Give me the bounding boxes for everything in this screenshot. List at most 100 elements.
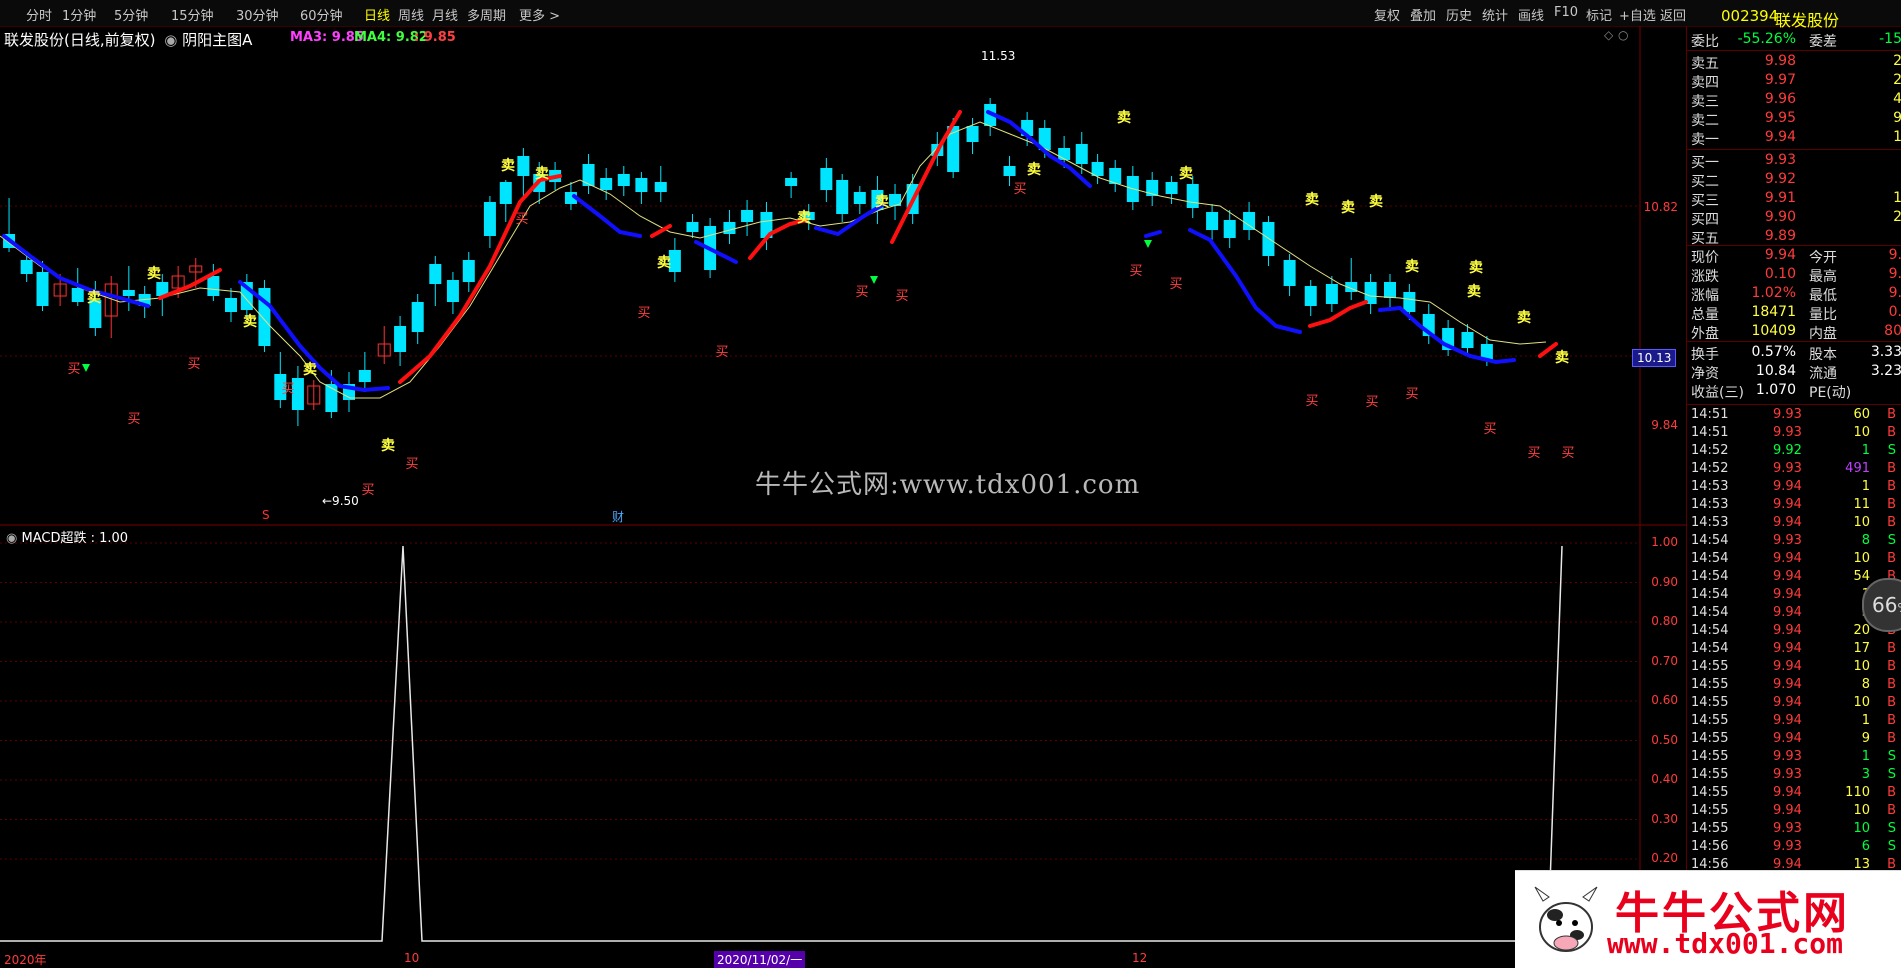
sell-signal: 卖 (1027, 161, 1041, 178)
row-value: 9.94 (1764, 129, 1796, 145)
tick-price: 9.94 (1773, 731, 1802, 746)
f10-button[interactable]: F10 (1554, 5, 1578, 20)
buy-signal: 买 (515, 212, 528, 227)
uptrend-segment (398, 174, 562, 384)
draw-line-button[interactable]: 画线 (1518, 5, 1544, 24)
row-label: 净资 (1691, 366, 1719, 382)
buy-signal: 买 (1129, 264, 1142, 279)
buy-signal: 买 (1527, 446, 1540, 461)
period-tab-fenshi[interactable]: 分时 (26, 5, 52, 24)
buy-signal: 买 (1305, 394, 1318, 409)
down-arrow-icon (870, 276, 878, 284)
period-tab-daily[interactable]: 日线 (364, 5, 390, 24)
row-value-2: 2 (1893, 209, 1901, 225)
period-tab-30min[interactable]: 30分钟 (236, 5, 279, 24)
tick-volume: 20 (1853, 623, 1870, 638)
period-tab-1min[interactable]: 1分钟 (62, 5, 96, 24)
row-value: 0.10 (1764, 266, 1796, 282)
x-label-dec: 12 (1132, 951, 1148, 965)
tick-price: 9.94 (1773, 551, 1802, 566)
signal-markers: 卖卖卖卖卖卖 卖卖卖卖卖卖卖卖 卖卖卖卖卖卖卖买买买买买买买买买买 买买买买买 买买买买… (67, 109, 1574, 498)
tick-side: B (1887, 731, 1896, 746)
downtrend-segment (1188, 228, 1302, 334)
tick-side: B (1887, 551, 1896, 566)
sell-signal: 卖 (1405, 258, 1419, 275)
row-label-2: 最低 (1809, 288, 1837, 304)
macd-oversold-chart[interactable] (0, 526, 1686, 967)
tick-time: 14:53 (1691, 497, 1729, 512)
candle-body (429, 264, 442, 284)
sub-chart-title: ◉ MACD超跌 : 1.00 (6, 527, 128, 546)
row-value-2: 2 (1893, 72, 1901, 88)
restore-rights-button[interactable]: 复权 (1374, 5, 1400, 24)
row-label: 总量 (1691, 307, 1719, 323)
y-tick-9-84: 9.84 (1651, 418, 1678, 432)
sell-signal: 卖 (1555, 349, 1569, 366)
sell-signal: 卖 (1341, 199, 1355, 216)
buy-signal: 买 (1169, 277, 1182, 292)
indicator-toggle-icon[interactable]: ◉ (164, 31, 177, 49)
tick-side: S (1887, 839, 1896, 854)
row-label: 卖四 (1691, 75, 1719, 91)
restore-icon[interactable]: ◇ (1604, 28, 1613, 42)
row-label: 现价 (1691, 250, 1719, 266)
buy-signal: 买 (637, 306, 650, 321)
mark-button[interactable]: 标记 (1586, 5, 1612, 24)
down-arrow-icon (82, 364, 90, 372)
tick-volume: 10 (1853, 821, 1870, 836)
period-tab-60min[interactable]: 60分钟 (300, 5, 343, 24)
tick-price: 9.93 (1773, 425, 1802, 440)
tick-volume: 17 (1853, 641, 1870, 656)
row-label-2: PE(动) (1809, 385, 1852, 401)
sell-signal: 卖 (243, 313, 257, 330)
legend-value: : 9.85 (414, 30, 456, 45)
tick-side: B (1887, 695, 1896, 710)
logo-url: www.tdx001.com (1607, 927, 1844, 960)
kline-chart[interactable]: 卖卖卖卖卖卖 卖卖卖卖卖卖卖卖 卖卖卖卖卖卖卖买买买买买买买买买买 买买买买买 买买买买… (0, 26, 1686, 526)
candle-body (635, 178, 648, 192)
candle-body (853, 192, 866, 204)
tick-volume: 6 (1861, 839, 1870, 854)
period-tab-monthly[interactable]: 月线 (432, 5, 458, 24)
close-icon[interactable]: ○ (1618, 28, 1628, 42)
tick-side: B (1887, 713, 1896, 728)
period-tab-multi[interactable]: 多周期 (467, 5, 506, 24)
tick-row: 14:56 9.93 6 S (1689, 839, 1901, 857)
tick-price: 9.94 (1773, 497, 1802, 512)
period-tab-more[interactable]: 更多 > (519, 5, 560, 24)
row-value: 9.92 (1764, 171, 1796, 187)
zoom-value: 66 (1872, 593, 1898, 617)
candle-body (224, 298, 237, 312)
candle-body (1461, 332, 1474, 348)
row-label: 收益(三) (1691, 385, 1744, 401)
finance-marker[interactable]: 财 (612, 508, 624, 525)
sub-indicator-icon[interactable]: ◉ (6, 531, 17, 546)
statistics-button[interactable]: 统计 (1482, 5, 1508, 24)
candle-body (1186, 184, 1199, 208)
back-button[interactable]: 返回 (1660, 5, 1686, 24)
tick-price: 9.93 (1773, 767, 1802, 782)
add-watchlist-button[interactable]: +自选 (1619, 5, 1656, 24)
downtrend-segment (572, 194, 642, 238)
row-value-2: 3.33 (1870, 344, 1901, 360)
candle-body (1206, 212, 1219, 230)
overlay-button[interactable]: 叠加 (1410, 5, 1436, 24)
history-button[interactable]: 历史 (1446, 5, 1472, 24)
fundamental-row: 净资 10.84 流通 3.23 (1689, 363, 1901, 382)
buy-signal: 买 (855, 285, 868, 300)
candle-body (1304, 286, 1317, 306)
row-value-2: 3.23 (1870, 363, 1901, 379)
sell-signal: 卖 (1467, 283, 1481, 300)
row-value: 10409 (1751, 323, 1796, 339)
tick-time: 14:54 (1691, 569, 1729, 584)
zoom-indicator[interactable]: 66% (1862, 578, 1901, 632)
sell-signal: 卖 (87, 289, 101, 306)
tick-time: 14:52 (1691, 461, 1729, 476)
indicator-name[interactable]: 阴阳主图A (182, 31, 252, 49)
downtrend-segment (1144, 230, 1162, 238)
buy-signal: 买 (281, 382, 294, 397)
period-tab-15min[interactable]: 15分钟 (171, 5, 214, 24)
period-tab-5min[interactable]: 5分钟 (114, 5, 148, 24)
sell-signal: 卖 (303, 361, 317, 378)
period-tab-weekly[interactable]: 周线 (398, 5, 424, 24)
